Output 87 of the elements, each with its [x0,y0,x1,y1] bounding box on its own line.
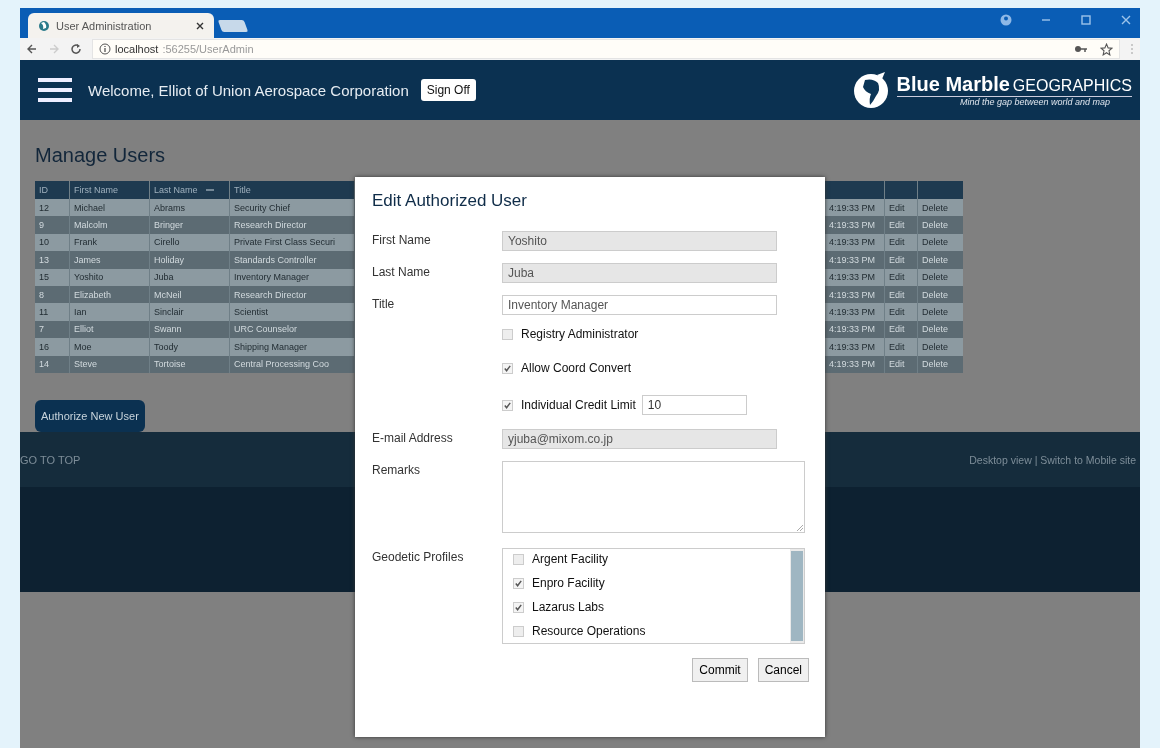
table-cell: Malcolm [70,216,150,234]
brand-tagline: Mind the gap between world and map [959,97,1111,107]
close-icon[interactable] [196,21,204,30]
menu-icon[interactable] [38,78,72,102]
remarks-field[interactable] [502,461,805,533]
checkbox-label: Allow Coord Convert [521,361,632,375]
scrollbar[interactable] [790,549,804,643]
delete-link[interactable]: Delete [918,355,963,373]
reload-icon[interactable] [70,43,82,55]
table-cell: Toody [150,338,230,356]
resize-grip-icon[interactable] [797,525,803,531]
checkbox[interactable] [513,625,524,637]
table-cell: 11 [35,303,70,321]
info-icon [99,43,111,55]
table-cell: 16 [35,338,70,356]
delete-link[interactable]: Delete [918,320,963,339]
dialog-title: Edit Authorized User [372,191,528,211]
globe-icon [38,19,50,32]
checkbox[interactable] [502,399,513,411]
star-icon[interactable] [1100,42,1113,56]
welcome-text: Welcome, Elliot of Union Aerospace Corporation [88,81,409,99]
new-tab-button[interactable] [217,20,249,32]
field-label: Last Name [372,265,431,279]
table-cell: James [70,251,150,269]
checkbox[interactable] [502,328,513,340]
delete-link[interactable]: Delete [918,251,963,269]
table-cell: Moe [70,338,150,356]
profile-label: Argent Facility [532,552,609,566]
checkbox-label: Individual Credit Limit [521,398,636,412]
profile-label: Lazarus Labs [532,600,605,614]
field-label: Remarks [372,463,420,477]
browser-tab[interactable]: User Administration [28,13,214,38]
table-cell: 14 [35,355,70,373]
go-to-top-link[interactable]: GO TO TOP [20,453,81,466]
checkbox-label: Registry Administrator [521,327,639,341]
cancel-button[interactable]: Cancel [757,658,809,682]
field-label: E-mail Address [372,431,453,445]
sign-off-button[interactable]: Sign Off [420,79,476,101]
edit-link[interactable]: Edit [885,355,918,373]
delete-link[interactable]: Delete [918,216,963,234]
edit-link[interactable]: Edit [885,251,918,269]
checkbox[interactable] [513,553,524,565]
edit-link[interactable]: Edit [885,216,918,234]
table-cell: 15 [35,268,70,286]
table-cell: Tortoise [150,355,230,373]
text-field[interactable]: Inventory Manager [502,295,777,315]
edit-link[interactable]: Edit [885,268,918,286]
field-label: First Name [372,233,431,247]
edit-link[interactable]: Edit [885,303,918,321]
table-cell: Steve [70,355,150,373]
checkbox[interactable] [502,362,513,374]
field-label: Title [372,297,395,311]
tab-title: User Administration [56,19,153,32]
profile-label: Enpro Facility [532,576,605,590]
commit-button[interactable]: Commit [692,658,748,682]
table-cell: 13 [35,251,70,269]
back-icon[interactable] [26,43,38,55]
url-host: localhost [115,43,159,55]
brand-suffix: GEOGRAPHICS [1012,77,1132,95]
delete-link[interactable]: Delete [918,338,963,356]
profile-label: Resource Operations [532,624,646,638]
delete-link[interactable]: Delete [918,199,963,217]
table-cell: Ian [70,303,150,321]
delete-link[interactable]: Delete [918,303,963,321]
credit-limit-field[interactable]: 10 [641,395,747,415]
url-path: :56255/UserAdmin [162,43,254,55]
table-cell: Holiday [150,251,230,269]
key-icon[interactable] [1074,44,1088,54]
table-cell: Bringer [150,216,230,234]
table-cell: 9 [35,216,70,234]
edit-link[interactable]: Edit [885,338,918,356]
view-links[interactable]: Desktop view | Switch to Mobile site [969,453,1136,466]
field-label: Geodetic Profiles [372,550,464,564]
delete-link[interactable]: Delete [918,268,963,286]
table-cell: Yoshito [70,268,150,286]
table-cell: Sinclair [150,303,230,321]
authorize-user-button[interactable]: Authorize New User [35,399,145,432]
account-icon[interactable] [1000,14,1012,26]
table-cell: Juba [150,268,230,286]
brand-name: Blue Marble [896,73,1010,96]
maximize-icon[interactable] [1080,14,1092,26]
delete-link[interactable]: Delete [918,233,963,252]
delete-link[interactable]: Delete [918,285,963,304]
address-field[interactable]: localhost :56255/UserAdmin [92,39,1120,59]
checkbox[interactable] [513,601,524,613]
page-title: Manage Users [35,144,166,167]
checkbox[interactable] [513,577,524,589]
